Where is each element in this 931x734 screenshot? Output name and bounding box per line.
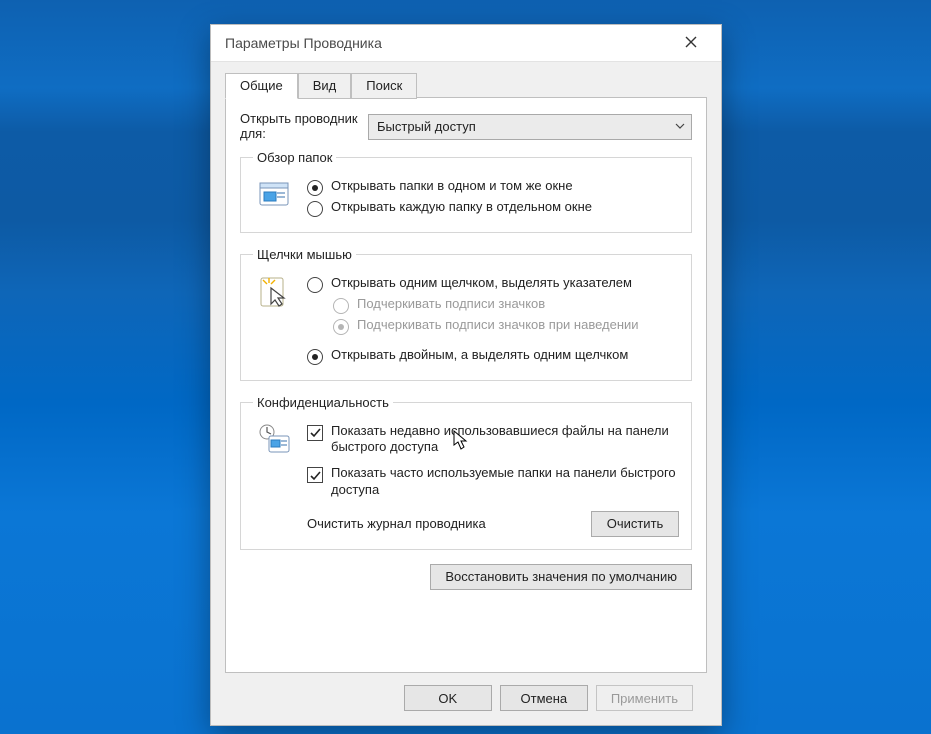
- radio-icon: [307, 277, 323, 293]
- window-title: Параметры Проводника: [225, 35, 382, 51]
- radio-new-window[interactable]: Открывать каждую папку в отдельном окне: [307, 199, 679, 217]
- check-recent-files-label: Показать недавно использовавшиеся файлы …: [331, 423, 679, 456]
- tabpage-general: Открыть проводник для: Быстрый доступ Об…: [225, 97, 707, 673]
- radio-underline-always: Подчеркивать подписи значков: [333, 296, 679, 314]
- check-frequent-folders[interactable]: Показать часто используемые папки на пан…: [307, 465, 679, 498]
- close-button[interactable]: [671, 29, 711, 57]
- radio-double-click[interactable]: Открывать двойным, а выделять одним щелч…: [307, 347, 679, 365]
- radio-underline-hover-label: Подчеркивать подписи значков при наведен…: [357, 317, 639, 333]
- tab-view[interactable]: Вид: [298, 73, 352, 99]
- dialog-footer: OK Отмена Применить: [225, 673, 707, 725]
- desktop-wallpaper: Параметры Проводника Общие Вид Поиск Отк…: [0, 0, 931, 734]
- checkbox-icon: [307, 425, 323, 441]
- check-frequent-folders-label: Показать часто используемые папки на пан…: [331, 465, 679, 498]
- clear-history-button-label: Очистить: [607, 516, 664, 531]
- restore-defaults-button[interactable]: Восстановить значения по умолчанию: [430, 564, 692, 590]
- privacy-clear-label: Очистить журнал проводника: [307, 516, 486, 531]
- close-icon: [685, 35, 697, 51]
- check-recent-files[interactable]: Показать недавно использовавшиеся файлы …: [307, 423, 679, 456]
- tab-search[interactable]: Поиск: [351, 73, 417, 99]
- tab-search-label: Поиск: [366, 78, 402, 93]
- radio-underline-hover: Подчеркивать подписи значков при наведен…: [333, 317, 679, 335]
- open-explorer-value: Быстрый доступ: [377, 119, 476, 134]
- radio-icon: [307, 201, 323, 217]
- radio-icon: [333, 319, 349, 335]
- apply-button-label: Применить: [611, 691, 678, 706]
- tabstrip: Общие Вид Поиск: [225, 72, 707, 98]
- radio-single-click-label: Открывать одним щелчком, выделять указат…: [331, 275, 632, 291]
- chevron-down-icon: [675, 119, 685, 134]
- cancel-button[interactable]: Отмена: [500, 685, 588, 711]
- ok-button-label: OK: [438, 691, 457, 706]
- browse-folders-icon: [253, 175, 297, 220]
- radio-new-window-label: Открывать каждую папку в отдельном окне: [331, 199, 592, 215]
- group-privacy: Конфиденциальность: [240, 395, 692, 550]
- cancel-button-label: Отмена: [521, 691, 568, 706]
- privacy-clear-row: Очистить журнал проводника Очистить: [253, 511, 679, 537]
- open-explorer-combobox[interactable]: Быстрый доступ: [368, 114, 692, 140]
- radio-same-window-label: Открывать папки в одном и том же окне: [331, 178, 573, 194]
- radio-icon: [307, 349, 323, 365]
- tab-view-label: Вид: [313, 78, 337, 93]
- tab-general-label: Общие: [240, 78, 283, 93]
- radio-icon: [307, 180, 323, 196]
- group-browse-folders: Обзор папок: [240, 150, 692, 233]
- dialog-client-area: Общие Вид Поиск Открыть проводник для: Б…: [211, 61, 721, 725]
- radio-underline-always-label: Подчеркивать подписи значков: [357, 296, 545, 312]
- checkbox-icon: [307, 467, 323, 483]
- group-privacy-legend: Конфиденциальность: [253, 395, 393, 410]
- restore-row: Восстановить значения по умолчанию: [240, 564, 692, 590]
- folder-options-dialog: Параметры Проводника Общие Вид Поиск Отк…: [210, 24, 722, 726]
- clear-history-button[interactable]: Очистить: [591, 511, 679, 537]
- apply-button[interactable]: Применить: [596, 685, 693, 711]
- open-explorer-label: Открыть проводник для:: [240, 112, 368, 142]
- group-click-legend: Щелчки мышью: [253, 247, 356, 262]
- open-explorer-row: Открыть проводник для: Быстрый доступ: [240, 112, 692, 142]
- group-browse-legend: Обзор папок: [253, 150, 336, 165]
- titlebar[interactable]: Параметры Проводника: [211, 25, 721, 61]
- radio-single-click[interactable]: Открывать одним щелчком, выделять указат…: [307, 275, 679, 293]
- radio-icon: [333, 298, 349, 314]
- click-icon: [253, 272, 297, 368]
- radio-double-click-label: Открывать двойным, а выделять одним щелч…: [331, 347, 628, 363]
- tab-general[interactable]: Общие: [225, 73, 298, 99]
- restore-defaults-label: Восстановить значения по умолчанию: [445, 569, 677, 584]
- group-click-behavior: Щелчки мышью Открыват: [240, 247, 692, 381]
- radio-same-window[interactable]: Открывать папки в одном и том же окне: [307, 178, 679, 196]
- ok-button[interactable]: OK: [404, 685, 492, 711]
- privacy-icon: [253, 420, 297, 501]
